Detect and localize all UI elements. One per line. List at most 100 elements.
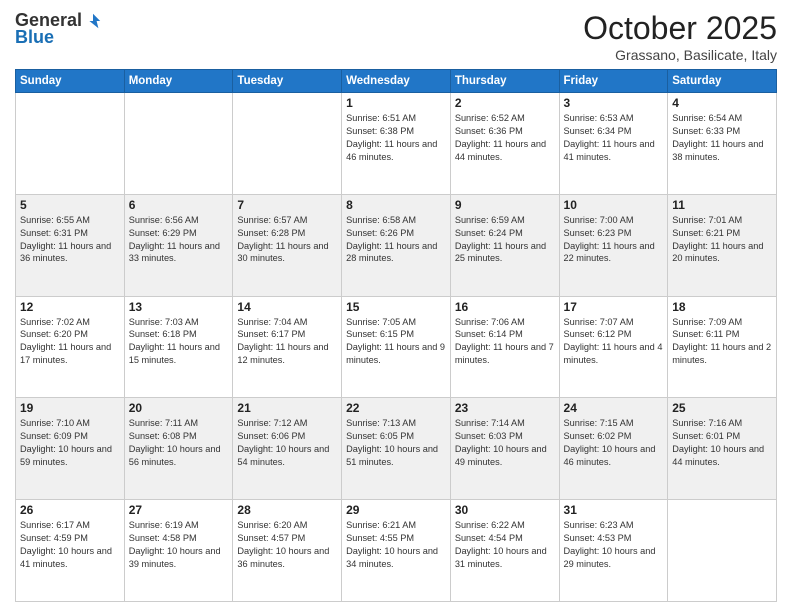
day-info: Sunrise: 6:21 AM Sunset: 4:55 PM Dayligh… xyxy=(346,519,446,571)
day-number: 12 xyxy=(20,300,120,314)
day-info: Sunrise: 7:16 AM Sunset: 6:01 PM Dayligh… xyxy=(672,417,772,469)
logo-bird-icon xyxy=(84,12,102,30)
table-row: 31Sunrise: 6:23 AM Sunset: 4:53 PM Dayli… xyxy=(559,500,668,602)
day-info: Sunrise: 7:12 AM Sunset: 6:06 PM Dayligh… xyxy=(237,417,337,469)
day-number: 28 xyxy=(237,503,337,517)
day-info: Sunrise: 6:58 AM Sunset: 6:26 PM Dayligh… xyxy=(346,214,446,266)
day-info: Sunrise: 6:53 AM Sunset: 6:34 PM Dayligh… xyxy=(564,112,664,164)
day-info: Sunrise: 6:52 AM Sunset: 6:36 PM Dayligh… xyxy=(455,112,555,164)
table-row: 15Sunrise: 7:05 AM Sunset: 6:15 PM Dayli… xyxy=(342,296,451,398)
day-info: Sunrise: 7:04 AM Sunset: 6:17 PM Dayligh… xyxy=(237,316,337,368)
title-block: October 2025 Grassano, Basilicate, Italy xyxy=(583,10,777,63)
col-saturday: Saturday xyxy=(668,70,777,93)
day-number: 6 xyxy=(129,198,229,212)
table-row: 17Sunrise: 7:07 AM Sunset: 6:12 PM Dayli… xyxy=(559,296,668,398)
table-row: 13 Sunrise: 7:03 AM Sunset: 6:18 PM Dayli… xyxy=(124,296,233,398)
calendar-week-row: 19 Sunrise: 7:10 AM Sunset: 6:09 PM Dayli… xyxy=(16,398,777,500)
day-number: 19 xyxy=(20,401,120,415)
day-number: 30 xyxy=(455,503,555,517)
table-row: 21 Sunrise: 7:12 AM Sunset: 6:06 PM Dayli… xyxy=(233,398,342,500)
day-number: 8 xyxy=(346,198,446,212)
table-row: 9 Sunrise: 6:59 AM Sunset: 6:24 PM Daylig… xyxy=(450,194,559,296)
table-row: 2 Sunrise: 6:52 AM Sunset: 6:36 PM Daylig… xyxy=(450,93,559,195)
col-sunday: Sunday xyxy=(16,70,125,93)
day-number: 14 xyxy=(237,300,337,314)
day-info: Sunrise: 7:00 AM Sunset: 6:23 PM Dayligh… xyxy=(564,214,664,266)
day-number: 22 xyxy=(346,401,446,415)
calendar-week-row: 1 Sunrise: 6:51 AM Sunset: 6:38 PM Daylig… xyxy=(16,93,777,195)
table-row xyxy=(124,93,233,195)
table-row: 14 Sunrise: 7:04 AM Sunset: 6:17 PM Dayli… xyxy=(233,296,342,398)
day-number: 3 xyxy=(564,96,664,110)
table-row: 1 Sunrise: 6:51 AM Sunset: 6:38 PM Daylig… xyxy=(342,93,451,195)
table-row: 30 Sunrise: 6:22 AM Sunset: 4:54 PM Dayli… xyxy=(450,500,559,602)
calendar-week-row: 12Sunrise: 7:02 AM Sunset: 6:20 PM Dayli… xyxy=(16,296,777,398)
table-row: 28 Sunrise: 6:20 AM Sunset: 4:57 PM Dayli… xyxy=(233,500,342,602)
table-row: 8 Sunrise: 6:58 AM Sunset: 6:26 PM Daylig… xyxy=(342,194,451,296)
day-info: Sunrise: 7:11 AM Sunset: 6:08 PM Dayligh… xyxy=(129,417,229,469)
day-info: Sunrise: 6:17 AM Sunset: 4:59 PM Dayligh… xyxy=(20,519,120,571)
table-row: 26 Sunrise: 6:17 AM Sunset: 4:59 PM Dayli… xyxy=(16,500,125,602)
day-info: Sunrise: 7:14 AM Sunset: 6:03 PM Dayligh… xyxy=(455,417,555,469)
day-info: Sunrise: 7:10 AM Sunset: 6:09 PM Dayligh… xyxy=(20,417,120,469)
day-number: 7 xyxy=(237,198,337,212)
day-info: Sunrise: 7:01 AM Sunset: 6:21 PM Dayligh… xyxy=(672,214,772,266)
calendar-week-row: 26 Sunrise: 6:17 AM Sunset: 4:59 PM Dayli… xyxy=(16,500,777,602)
day-number: 24 xyxy=(564,401,664,415)
table-row: 18Sunrise: 7:09 AM Sunset: 6:11 PM Dayli… xyxy=(668,296,777,398)
day-number: 21 xyxy=(237,401,337,415)
day-number: 31 xyxy=(564,503,664,517)
table-row: 29 Sunrise: 6:21 AM Sunset: 4:55 PM Dayli… xyxy=(342,500,451,602)
logo: General Blue xyxy=(15,10,102,48)
col-wednesday: Wednesday xyxy=(342,70,451,93)
day-number: 13 xyxy=(129,300,229,314)
month-title: October 2025 xyxy=(583,10,777,47)
table-row: 23 Sunrise: 7:14 AM Sunset: 6:03 PM Dayli… xyxy=(450,398,559,500)
day-info: Sunrise: 7:05 AM Sunset: 6:15 PM Dayligh… xyxy=(346,316,446,368)
day-info: Sunrise: 7:13 AM Sunset: 6:05 PM Dayligh… xyxy=(346,417,446,469)
table-row: 11 Sunrise: 7:01 AM Sunset: 6:21 PM Dayli… xyxy=(668,194,777,296)
table-row: 5Sunrise: 6:55 AM Sunset: 6:31 PM Daylig… xyxy=(16,194,125,296)
day-info: Sunrise: 6:22 AM Sunset: 4:54 PM Dayligh… xyxy=(455,519,555,571)
day-number: 11 xyxy=(672,198,772,212)
day-number: 23 xyxy=(455,401,555,415)
day-info: Sunrise: 6:51 AM Sunset: 6:38 PM Dayligh… xyxy=(346,112,446,164)
table-row: 16Sunrise: 7:06 AM Sunset: 6:14 PM Dayli… xyxy=(450,296,559,398)
table-row: 22 Sunrise: 7:13 AM Sunset: 6:05 PM Dayli… xyxy=(342,398,451,500)
day-number: 9 xyxy=(455,198,555,212)
table-row: 19 Sunrise: 7:10 AM Sunset: 6:09 PM Dayli… xyxy=(16,398,125,500)
location: Grassano, Basilicate, Italy xyxy=(583,47,777,63)
day-number: 2 xyxy=(455,96,555,110)
day-number: 26 xyxy=(20,503,120,517)
day-info: Sunrise: 7:15 AM Sunset: 6:02 PM Dayligh… xyxy=(564,417,664,469)
day-number: 27 xyxy=(129,503,229,517)
day-info: Sunrise: 7:07 AM Sunset: 6:12 PM Dayligh… xyxy=(564,316,664,368)
day-number: 18 xyxy=(672,300,772,314)
day-info: Sunrise: 6:56 AM Sunset: 6:29 PM Dayligh… xyxy=(129,214,229,266)
table-row: 25Sunrise: 7:16 AM Sunset: 6:01 PM Dayli… xyxy=(668,398,777,500)
day-info: Sunrise: 6:55 AM Sunset: 6:31 PM Dayligh… xyxy=(20,214,120,266)
day-info: Sunrise: 6:57 AM Sunset: 6:28 PM Dayligh… xyxy=(237,214,337,266)
table-row: 6 Sunrise: 6:56 AM Sunset: 6:29 PM Daylig… xyxy=(124,194,233,296)
table-row xyxy=(233,93,342,195)
col-monday: Monday xyxy=(124,70,233,93)
day-number: 10 xyxy=(564,198,664,212)
logo-blue-text: Blue xyxy=(15,27,54,48)
table-row: 27Sunrise: 6:19 AM Sunset: 4:58 PM Dayli… xyxy=(124,500,233,602)
table-row: 3 Sunrise: 6:53 AM Sunset: 6:34 PM Daylig… xyxy=(559,93,668,195)
day-number: 1 xyxy=(346,96,446,110)
table-row: 20Sunrise: 7:11 AM Sunset: 6:08 PM Dayli… xyxy=(124,398,233,500)
header: General Blue October 2025 Grassano, Basi… xyxy=(15,10,777,63)
day-info: Sunrise: 7:03 AM Sunset: 6:18 PM Dayligh… xyxy=(129,316,229,368)
table-row xyxy=(668,500,777,602)
day-number: 29 xyxy=(346,503,446,517)
calendar-week-row: 5Sunrise: 6:55 AM Sunset: 6:31 PM Daylig… xyxy=(16,194,777,296)
day-info: Sunrise: 6:59 AM Sunset: 6:24 PM Dayligh… xyxy=(455,214,555,266)
col-thursday: Thursday xyxy=(450,70,559,93)
day-info: Sunrise: 6:54 AM Sunset: 6:33 PM Dayligh… xyxy=(672,112,772,164)
day-info: Sunrise: 6:20 AM Sunset: 4:57 PM Dayligh… xyxy=(237,519,337,571)
col-tuesday: Tuesday xyxy=(233,70,342,93)
table-row: 24 Sunrise: 7:15 AM Sunset: 6:02 PM Dayli… xyxy=(559,398,668,500)
day-info: Sunrise: 7:06 AM Sunset: 6:14 PM Dayligh… xyxy=(455,316,555,368)
calendar-table: Sunday Monday Tuesday Wednesday Thursday… xyxy=(15,69,777,602)
